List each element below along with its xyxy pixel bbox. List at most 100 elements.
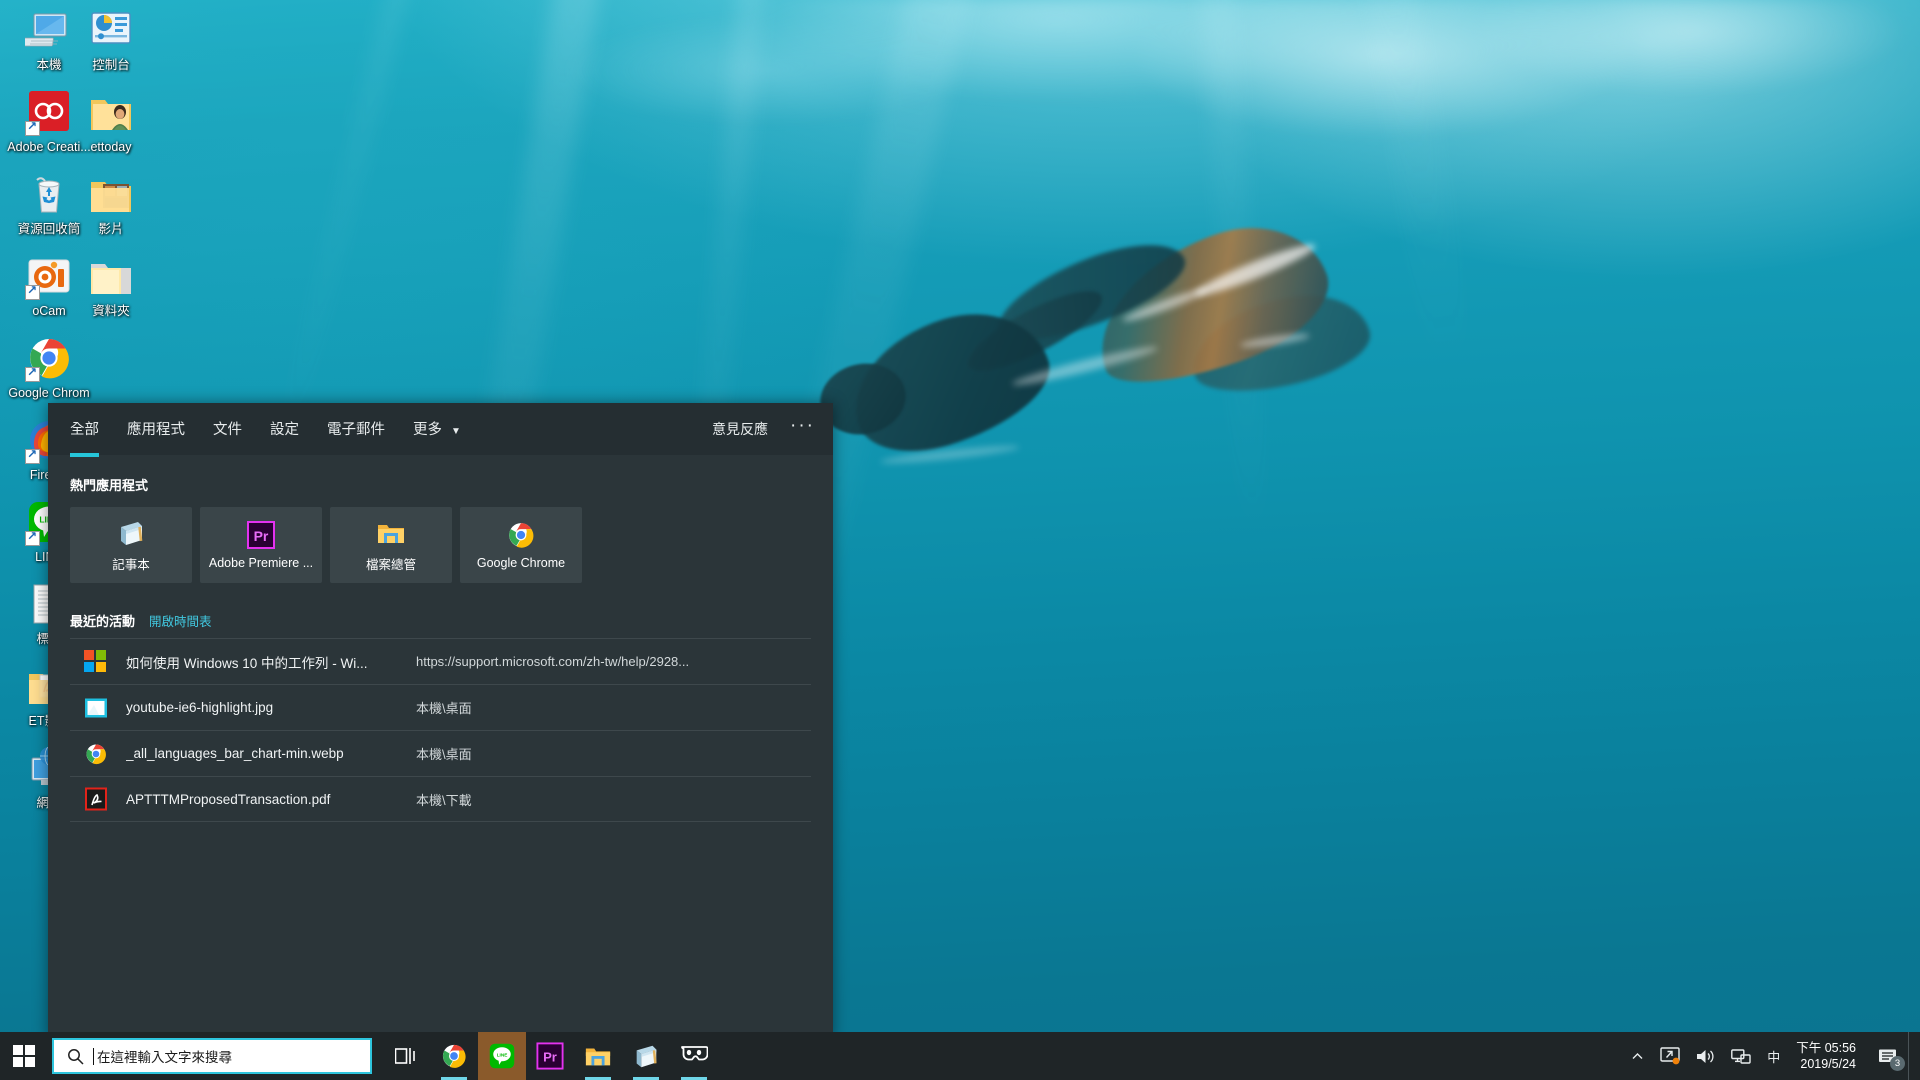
videos-folder-icon <box>87 170 135 218</box>
search-panel-header-actions: 意見反應 ··· <box>712 416 815 439</box>
desktop-icon-label: ettoday <box>90 140 132 154</box>
shortcut-arrow-icon <box>25 365 40 382</box>
premiere-pro-icon: Pr <box>536 1042 564 1070</box>
tab-label: 設定 <box>270 421 299 438</box>
tray-volume-icon[interactable] <box>1688 1032 1723 1080</box>
taskbar-app-premiere[interactable]: Pr <box>526 1032 574 1080</box>
tab-label: 更多 <box>413 421 442 438</box>
activity-row[interactable]: 如何使用 Windows 10 中的工作列 - Wi... https://su… <box>70 638 811 684</box>
file-explorer-icon <box>376 518 406 548</box>
app-tile-file-explorer[interactable]: 檔案總管 <box>330 507 452 583</box>
tab-more[interactable]: 更多 ▼ <box>413 418 461 441</box>
taskbar: 在這裡輸入文字來搜尋 LINE Pr 中 下午 05:56 2019/5/24 … <box>0 1032 1920 1080</box>
search-panel-body: 熱門應用程式 記事本 Pr Adobe Premiere ... 檔案總管 Go… <box>48 455 833 822</box>
taskbar-app-chrome[interactable] <box>430 1032 478 1080</box>
recent-activity-title: 最近的活動 <box>70 614 136 629</box>
activity-subtitle: 本機\桌面 <box>416 747 472 762</box>
tab-email[interactable]: 電子郵件 <box>327 418 385 441</box>
tray-overflow-button[interactable] <box>1623 1032 1652 1080</box>
task-view-button[interactable] <box>382 1032 430 1080</box>
notification-count-badge: 3 <box>1890 1056 1905 1071</box>
taskbar-app-line[interactable]: LINE <box>478 1032 526 1080</box>
tab-label: 全部 <box>70 421 99 438</box>
taskbar-clock[interactable]: 下午 05:56 2019/5/24 <box>1788 1032 1868 1080</box>
shortcut-arrow-icon <box>25 447 40 464</box>
chrome-icon <box>84 742 108 766</box>
search-icon <box>67 1048 84 1065</box>
photo-icon <box>84 696 108 720</box>
app-tile-notepad[interactable]: 記事本 <box>70 507 192 583</box>
activity-row[interactable]: APTTTMProposedTransaction.pdf 本機\下載 <box>70 776 811 822</box>
desktop-icon-control-panel[interactable]: 控制台 <box>68 6 154 72</box>
system-tray: 中 下午 05:56 2019/5/24 3 <box>1623 1032 1920 1080</box>
desktop-icon-folder[interactable]: 資料夾 <box>68 252 154 318</box>
ocam-icon <box>25 252 73 300</box>
premiere-pro-icon: Pr <box>246 520 276 550</box>
desktop-icon-chrome[interactable]: Google Chrom <box>6 334 92 400</box>
notepad-icon <box>116 518 146 548</box>
tray-screen-cast-icon[interactable] <box>1652 1032 1688 1080</box>
notification-center-button[interactable]: 3 <box>1868 1032 1908 1080</box>
feedback-link[interactable]: 意見反應 <box>712 419 768 439</box>
chrome-icon <box>506 520 536 550</box>
notepad-icon <box>632 1042 660 1070</box>
chrome-icon <box>440 1042 468 1070</box>
show-desktop-button[interactable] <box>1908 1032 1916 1080</box>
desktop-icon-label: 控制台 <box>92 58 130 72</box>
tab-all[interactable]: 全部 <box>70 418 99 457</box>
app-tile-label: 檔案總管 <box>365 557 416 572</box>
svg-text:Pr: Pr <box>543 1050 557 1065</box>
taskbar-search-input[interactable]: 在這裡輸入文字來搜尋 <box>52 1038 372 1074</box>
desktop-icon-label: Google Chrom <box>8 386 90 400</box>
chrome-icon <box>25 334 73 382</box>
activity-subtitle: https://support.microsoft.com/zh-tw/help… <box>416 654 690 669</box>
tab-settings[interactable]: 設定 <box>270 418 299 441</box>
app-tile-premiere[interactable]: Pr Adobe Premiere ... <box>200 507 322 583</box>
tab-label: 文件 <box>213 421 242 438</box>
app-tile-label: Google Chrome <box>476 556 566 570</box>
start-button[interactable] <box>0 1032 48 1080</box>
chevron-down-icon: ▼ <box>451 425 461 437</box>
shortcut-arrow-icon <box>25 283 40 300</box>
activity-row[interactable]: youtube-ie6-highlight.jpg 本機\桌面 <box>70 684 811 730</box>
control-panel-icon <box>87 6 135 54</box>
tab-documents[interactable]: 文件 <box>213 418 242 441</box>
desktop-icon-videos[interactable]: 影片 <box>68 170 154 236</box>
search-placeholder: 在這裡輸入文字來搜尋 <box>97 1050 232 1065</box>
taskbar-app-buttons: LINE Pr <box>430 1032 718 1080</box>
activity-title: APTTTMProposedTransaction.pdf <box>126 791 331 807</box>
taskbar-app-notepad[interactable] <box>622 1032 670 1080</box>
tab-apps[interactable]: 應用程式 <box>127 418 185 441</box>
recent-activity-list: 如何使用 Windows 10 中的工作列 - Wi... https://su… <box>70 638 811 822</box>
microsoft-logo-icon <box>84 649 108 674</box>
app-tile-label: Adobe Premiere ... <box>208 556 314 570</box>
tray-network-icon[interactable] <box>1723 1032 1759 1080</box>
top-apps-grid: 記事本 Pr Adobe Premiere ... 檔案總管 Google Ch… <box>70 507 811 583</box>
this-pc-icon <box>22 6 73 54</box>
desktop-icon-ettoday[interactable]: ettoday <box>68 88 154 154</box>
desktop-screen: 本機 控制台 ↗ Adobe Creati... ettoday 資源回收筒 影… <box>0 0 1920 1080</box>
activity-title: 如何使用 Windows 10 中的工作列 - Wi... <box>126 655 368 671</box>
vr-headset-icon <box>680 1042 709 1070</box>
desktop-icon-label: 資料夾 <box>92 304 130 318</box>
clock-date: 2019/5/24 <box>1800 1057 1856 1071</box>
tray-ime-indicator[interactable]: 中 <box>1759 1032 1788 1080</box>
svg-text:Pr: Pr <box>254 528 269 544</box>
app-tile-chrome[interactable]: Google Chrome <box>460 507 582 583</box>
activity-title: youtube-ie6-highlight.jpg <box>126 700 274 715</box>
activity-row[interactable]: _all_languages_bar_chart-min.webp 本機\桌面 <box>70 730 811 776</box>
app-tile-label: 記事本 <box>112 557 150 572</box>
user-folder-icon <box>87 88 135 136</box>
more-options-icon[interactable]: ··· <box>790 416 815 437</box>
shortcut-arrow-icon <box>25 529 40 546</box>
taskbar-app-file-explorer[interactable] <box>574 1032 622 1080</box>
folder-icon <box>87 252 135 300</box>
line-icon: LINE <box>488 1042 516 1070</box>
recycle-bin-icon <box>25 170 73 218</box>
clock-time: 下午 05:56 <box>1796 1041 1856 1055</box>
shortcut-arrow-icon <box>25 119 40 136</box>
taskbar-app-mixed-reality[interactable] <box>670 1032 718 1080</box>
text-caret <box>93 1047 94 1065</box>
tab-label: 應用程式 <box>127 421 185 438</box>
open-timeline-link[interactable]: 開啟時間表 <box>149 611 212 630</box>
